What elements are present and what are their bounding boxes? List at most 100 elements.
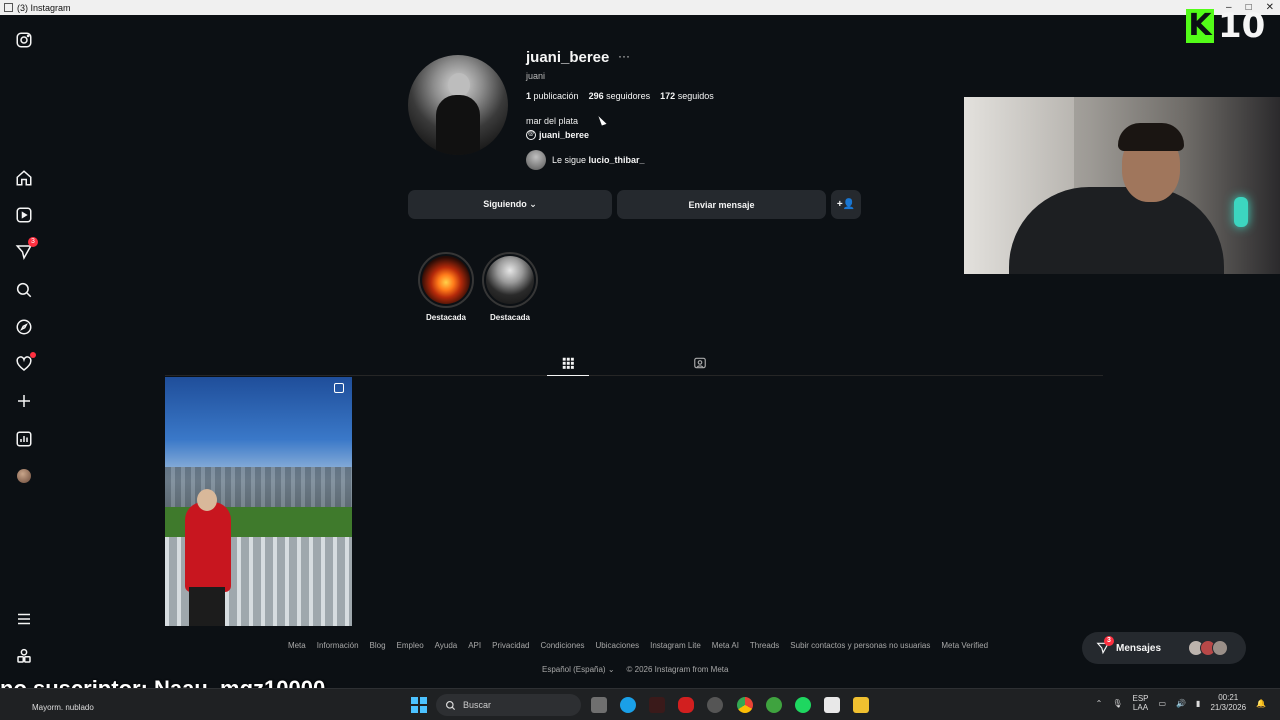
footer-link[interactable]: Empleo [397, 641, 424, 650]
chevron-up-icon[interactable]: ⌃ [1096, 699, 1103, 708]
posts-stat: 1 publicación [526, 91, 579, 101]
post-image-person-head [197, 489, 217, 511]
followers-stat[interactable]: 296 seguidores [589, 91, 651, 101]
highlight-1[interactable]: Destacada [418, 252, 474, 322]
footer-link[interactable]: Privacidad [492, 641, 529, 650]
footer-link[interactable]: Ayuda [435, 641, 458, 650]
tagged-icon [694, 357, 706, 369]
footer-link[interactable]: Condiciones [540, 641, 584, 650]
spotify-icon[interactable] [795, 697, 811, 713]
notifications-icon[interactable] [14, 352, 36, 374]
footer-link[interactable]: Blog [370, 641, 386, 650]
start-icon-tile [411, 697, 418, 704]
footer-link[interactable]: Instagram Lite [650, 641, 701, 650]
carousel-icon [334, 383, 344, 393]
footer-link[interactable]: Subir contactos y personas no usuarias [790, 641, 930, 650]
menu-icon[interactable] [14, 609, 34, 629]
taskbar-search-placeholder: Buscar [463, 700, 492, 710]
followers-count: 296 [588, 91, 604, 101]
edge-icon[interactable] [620, 697, 636, 713]
messages-pill-icon: 3 [1096, 636, 1114, 655]
language-selector[interactable]: Español (España) ⌄ [542, 665, 615, 674]
volume-icon[interactable]: 🔊 [1176, 699, 1186, 708]
profile-picture[interactable] [408, 55, 508, 155]
profile-username: juani_beree [526, 49, 610, 66]
following-stat[interactable]: 172 seguidos [660, 91, 714, 101]
start-icon-tile [420, 697, 427, 704]
profile-picture-body [436, 95, 480, 155]
following-label: seguidos [677, 91, 714, 101]
chrome-icon[interactable] [737, 697, 753, 713]
dashboard-icon[interactable] [14, 429, 34, 449]
task-view-icon[interactable] [591, 697, 607, 713]
messages-pill[interactable]: 3 Mensajes [1082, 632, 1246, 664]
highlight-ring [482, 252, 538, 308]
following-button[interactable]: Siguiendo ⌄ [408, 190, 612, 219]
followed-by-text: Le sigue lucio_thibar_ [552, 155, 645, 165]
followed-by-prefix: Le sigue [552, 155, 587, 165]
reels-icon[interactable] [14, 205, 34, 225]
obs-icon[interactable] [707, 697, 723, 713]
window-titlebar: (3) Instagram – □ ✕ [0, 0, 1280, 15]
avatar [17, 469, 31, 483]
profile-full-name: juani [526, 71, 546, 81]
following-count: 172 [660, 91, 676, 101]
messages-badge: 3 [28, 237, 38, 247]
microphone-icon[interactable]: 🎙 [1112, 699, 1122, 708]
footer-link[interactable]: Meta AI [712, 641, 739, 650]
posts-grid-icon [562, 357, 574, 369]
footer-link[interactable]: Meta Verified [941, 641, 988, 650]
close-icon[interactable]: ✕ [1266, 0, 1274, 15]
avatar [1212, 640, 1228, 656]
sidebar: 3 [0, 15, 48, 688]
window-title: (3) Instagram [17, 2, 71, 13]
footer-meta: Español (España) ⌄ © 2026 Instagram from… [542, 665, 728, 674]
profile-avatar[interactable] [14, 466, 34, 486]
notification-center-icon[interactable]: 🔔 [1256, 699, 1266, 708]
followed-by[interactable]: Le sigue lucio_thibar_ [526, 150, 645, 170]
webcam-microphone [1234, 197, 1248, 227]
clock[interactable]: 00:21 21/3/2026 [1210, 693, 1246, 713]
send-message-button[interactable]: Enviar mensaje [617, 190, 826, 219]
post-image-person-legs [189, 587, 225, 626]
taskbar-search[interactable]: Buscar [436, 694, 581, 716]
tab-posts[interactable] [547, 350, 589, 376]
tab-tagged[interactable] [679, 350, 721, 376]
suggest-users-button[interactable]: +👤 [831, 190, 861, 219]
language-indicator[interactable]: ESP LAA [1132, 694, 1148, 712]
footer-link[interactable]: Threads [750, 641, 779, 650]
search-icon[interactable] [14, 280, 34, 300]
post-image-stands [165, 467, 352, 507]
lang-top: ESP [1132, 694, 1149, 703]
footer-link[interactable]: Ubicaciones [596, 641, 640, 650]
kick-number: 10 [1218, 6, 1266, 46]
more-options-icon[interactable]: ··· [618, 49, 630, 63]
highlight-2[interactable]: Destacada [482, 252, 538, 322]
explore-icon[interactable] [14, 317, 34, 337]
threads-link[interactable]: @ juani_beree [526, 130, 589, 140]
instagram-logo-icon[interactable] [14, 30, 34, 50]
footer-link[interactable]: API [468, 641, 481, 650]
mouse-cursor-icon [598, 114, 607, 126]
home-icon[interactable] [14, 168, 34, 188]
xbox-icon[interactable] [766, 697, 782, 713]
posts-label: publicación [533, 91, 579, 101]
footer-link[interactable]: Información [317, 641, 359, 650]
create-icon[interactable] [14, 391, 34, 411]
highlight-ring [418, 252, 474, 308]
app-red-icon[interactable] [678, 697, 694, 713]
weather-widget[interactable]: Mayorm. nublado [32, 703, 94, 712]
followers-label: seguidores [606, 91, 651, 101]
network-icon[interactable]: ▭ [1159, 699, 1167, 708]
file-explorer-icon[interactable] [853, 697, 869, 713]
post-image-person [185, 502, 231, 592]
messages-icon[interactable]: 3 [14, 237, 38, 262]
capcut-icon[interactable] [824, 697, 840, 713]
battery-icon[interactable]: ▮ [1196, 699, 1200, 708]
start-icon-tile [411, 706, 418, 713]
post-thumbnail[interactable] [165, 377, 352, 626]
footer-link[interactable]: Meta [288, 641, 306, 650]
app-icon[interactable] [649, 697, 665, 713]
messages-pill-label: Mensajes [1116, 642, 1162, 654]
start-button[interactable] [411, 697, 427, 713]
